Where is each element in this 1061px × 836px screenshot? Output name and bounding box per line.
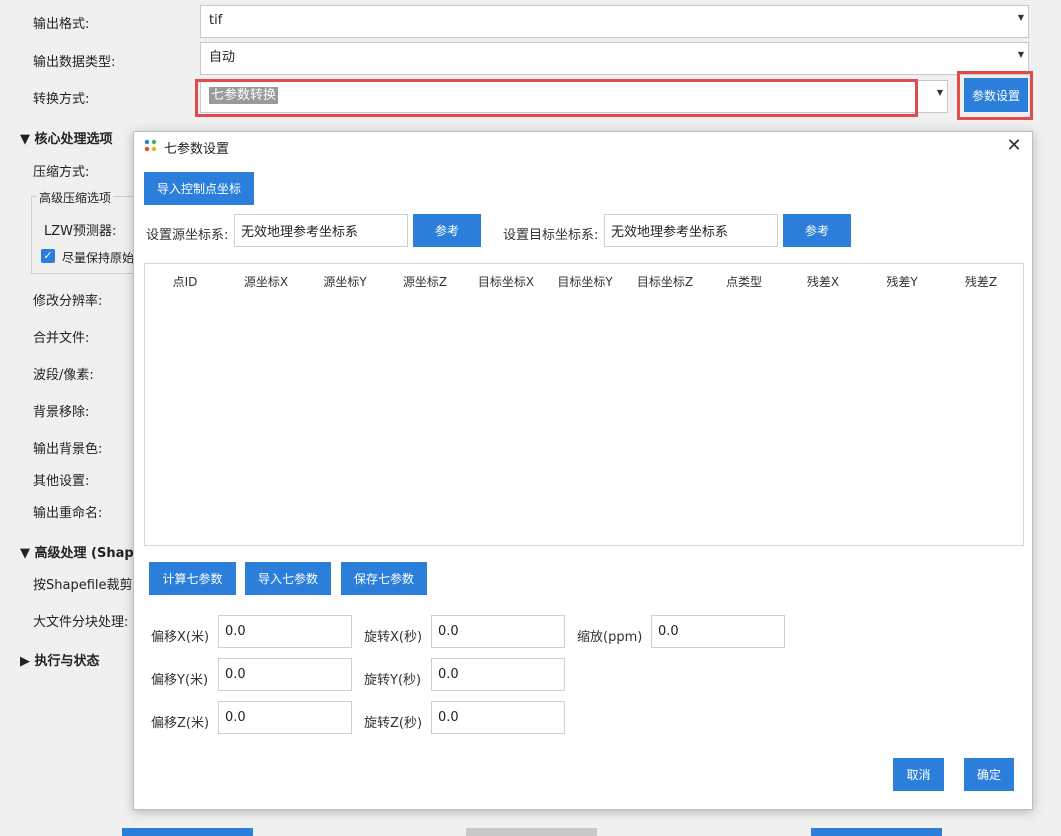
offset-y-input[interactable] <box>218 658 352 691</box>
shp-clip-label: 按Shapefile裁剪: <box>33 578 137 593</box>
column-header: 源坐标Z <box>402 275 448 289</box>
column-header: 残差Z <box>964 275 998 289</box>
ok-button[interactable]: 确定 <box>964 758 1014 791</box>
bg-color-label: 输出背景色: <box>33 442 103 457</box>
chevron-down-icon: ▼ <box>1017 50 1024 59</box>
column-header: 残差Y <box>886 275 918 289</box>
transform-method-select[interactable]: 七参数转换 ▼ <box>200 80 948 113</box>
resolution-label: 修改分辨率: <box>33 294 103 309</box>
scale-input[interactable] <box>651 615 785 648</box>
save-seven-params-button[interactable]: 保存七参数 <box>341 562 427 595</box>
rot-y-label: 旋转Y(秒) <box>364 673 422 688</box>
offset-z-label: 偏移Z(米) <box>151 716 210 731</box>
column-header: 目标坐标Z <box>636 275 694 289</box>
big-file-label: 大文件分块处理: <box>33 615 129 630</box>
keep-original-checkbox[interactable]: ✓ <box>41 249 55 263</box>
output-format-label: 输出格式: <box>33 17 90 32</box>
rot-z-input[interactable] <box>431 701 565 734</box>
adv-section-header[interactable]: ▼ 高级处理 (Shape <box>20 542 143 561</box>
rot-z-label: 旋转Z(秒) <box>364 716 423 731</box>
bottom-button-3[interactable] <box>811 828 942 836</box>
output-type-select[interactable]: 自动 ▼ <box>200 42 1029 75</box>
transform-method-label: 转换方式: <box>33 92 90 107</box>
lzw-label: LZW预测器: <box>44 224 117 239</box>
other-settings-label: 其他设置: <box>33 474 90 489</box>
offset-z-input[interactable] <box>218 701 352 734</box>
import-control-points-button[interactable]: 导入控制点坐标 <box>144 172 254 205</box>
offset-x-label: 偏移X(米) <box>151 630 210 645</box>
dst-ref-button[interactable]: 参考 <box>783 214 851 247</box>
rot-x-input[interactable] <box>431 615 565 648</box>
control-points-table[interactable]: 点ID 源坐标X 源坐标Y 源坐标Z 目标坐标X 目标坐标Y 目标坐标Z 点类型… <box>144 263 1024 546</box>
bottom-button-2[interactable] <box>466 828 597 836</box>
calc-seven-params-button[interactable]: 计算七参数 <box>149 562 236 595</box>
src-crs-label: 设置源坐标系: <box>146 228 229 243</box>
output-format-select[interactable]: tif ▼ <box>200 5 1029 38</box>
output-format-value: tif <box>209 13 223 28</box>
core-section-header[interactable]: ▼ 核心处理选项 <box>20 128 113 147</box>
offset-x-input[interactable] <box>218 615 352 648</box>
column-header: 目标坐标Y <box>557 275 613 289</box>
column-header: 残差X <box>806 275 840 289</box>
column-header: 点ID <box>172 275 198 289</box>
column-header: 点类型 <box>725 275 763 289</box>
scale-label: 缩放(ppm) <box>577 630 643 645</box>
dialog-body: 导入控制点坐标 设置源坐标系: 参考 设置目标坐标系: 参考 点ID 源坐标X … <box>134 160 1032 809</box>
close-icon[interactable]: ✕ <box>1002 134 1026 158</box>
compress-label: 压缩方式: <box>33 165 90 180</box>
dialog-title: 七参数设置 <box>164 142 230 157</box>
rot-y-input[interactable] <box>431 658 565 691</box>
bg-remove-label: 背景移除: <box>33 405 90 420</box>
import-seven-params-button[interactable]: 导入七参数 <box>245 562 331 595</box>
column-header: 源坐标X <box>243 275 289 289</box>
output-type-value: 自动 <box>209 50 236 65</box>
merge-label: 合并文件: <box>33 331 90 346</box>
rename-label: 输出重命名: <box>33 506 103 521</box>
param-settings-button[interactable]: 参数设置 <box>964 78 1028 112</box>
bottom-button-1[interactable] <box>122 828 253 836</box>
transform-method-value: 七参数转换 <box>209 87 279 104</box>
rot-x-label: 旋转X(秒) <box>364 630 423 645</box>
src-ref-button[interactable]: 参考 <box>413 214 481 247</box>
src-crs-input[interactable] <box>234 214 408 247</box>
seven-param-dialog: 七参数设置 ✕ 导入控制点坐标 设置源坐标系: 参考 设置目标坐标系: 参考 点… <box>133 131 1033 810</box>
dst-crs-label: 设置目标坐标系: <box>503 228 599 243</box>
adv-compress-legend: 高级压缩选项 <box>37 189 114 206</box>
band-pixel-label: 波段/像素: <box>33 368 94 383</box>
chevron-down-icon: ▼ <box>1017 13 1024 22</box>
output-type-label: 输出数据类型: <box>33 55 116 70</box>
cancel-button[interactable]: 取消 <box>893 758 944 791</box>
app-logo-icon <box>144 139 157 152</box>
dst-crs-input[interactable] <box>604 214 778 247</box>
keep-original-label: 尽量保持原始 <box>62 251 135 265</box>
chevron-down-icon: ▼ <box>936 88 943 97</box>
column-header: 目标坐标X <box>477 275 535 289</box>
exec-section-header[interactable]: ▶ 执行与状态 <box>20 650 100 669</box>
offset-y-label: 偏移Y(米) <box>151 673 209 688</box>
column-header: 源坐标Y <box>323 275 367 289</box>
